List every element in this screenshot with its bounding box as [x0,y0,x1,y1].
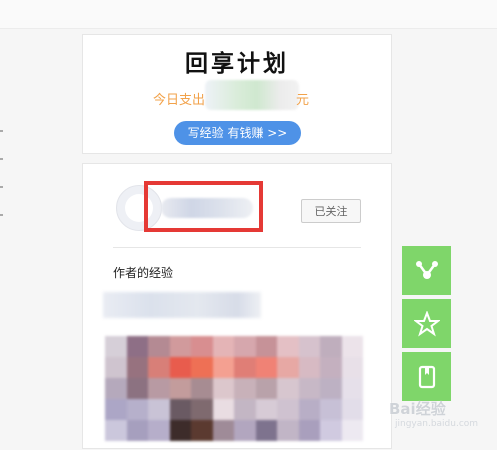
watermark-url: jingyan.baidu.com [395,419,479,429]
photo-pixel [148,420,170,441]
photo-pixel [148,357,170,378]
photo-pixel [255,378,277,399]
left-edge-marks [0,130,6,242]
photo-pixel [191,336,213,357]
photo-pixel [126,378,148,399]
photo-pixel [298,357,320,378]
photo-pixel [191,357,213,378]
photo-pixel [212,336,234,357]
photo-pixel [234,399,256,420]
photo-pixel [212,378,234,399]
photo-pixel [105,420,127,441]
photo-pixel [191,378,213,399]
photo-pixel [234,336,256,357]
photo-pixel [212,420,234,441]
daily-spend-suffix: 元 [296,93,310,108]
photo-pixel [126,399,148,420]
photo-pixel [148,378,170,399]
bookmark-icon [418,365,435,388]
author-card: 已关注 作者的经验 [82,163,392,327]
edge-mark [0,214,3,216]
share-button[interactable] [402,246,451,295]
follow-button[interactable]: 已关注 [301,199,361,223]
photo-pixel [234,378,256,399]
photo-pixel [341,357,363,378]
photo-pixel [212,357,234,378]
photo-pixel [277,378,299,399]
photo-pixel [126,357,148,378]
photo-pixel [255,336,277,357]
photo-pixel [105,336,127,357]
photo-pixel [277,357,299,378]
photo-pixel [341,336,363,357]
bookmark-button[interactable] [402,352,451,401]
photo-pixel [277,336,299,357]
photo-pixel [255,399,277,420]
edge-mark [0,186,3,188]
photo-pixel [277,420,299,441]
photo-pixel [255,357,277,378]
photo-pixel [148,399,170,420]
photo-pixel [298,336,320,357]
write-experience-button[interactable]: 写经验 有钱赚 >> [174,121,301,145]
edge-mark [0,158,3,160]
photo-pixel [298,420,320,441]
divider [113,247,361,248]
photo-pixel [298,378,320,399]
baidu-jingyan-watermark: Bai经验 [389,400,446,418]
photo-pixel [341,399,363,420]
author-experience-heading: 作者的经验 [113,266,174,280]
photo-pixel [169,378,191,399]
photo-pixel [105,357,127,378]
photo-card [82,326,392,449]
photo-pixel [277,399,299,420]
photo-pixel [126,420,148,441]
photo-pixel [105,399,127,420]
reward-plan-logo: 回享计划 [185,50,289,77]
photo-pixel [341,420,363,441]
photo-pixel [320,336,342,357]
daily-spend-prefix: 今日支出 [153,93,206,108]
pixelated-photo[interactable] [105,336,363,450]
photo-pixel [320,378,342,399]
experience-link-blurred[interactable] [103,292,261,318]
photo-pixel [234,357,256,378]
share-icon [415,260,438,279]
photo-pixel [105,378,127,399]
photo-pixel [255,420,277,441]
photo-pixel [191,420,213,441]
photo-pixel [320,357,342,378]
photo-pixel [191,399,213,420]
favorite-button[interactable] [402,299,451,348]
photo-pixel [169,336,191,357]
photo-pixel [341,378,363,399]
edge-mark [0,130,3,132]
red-highlight-box [144,181,263,232]
photo-pixel [148,336,170,357]
photo-pixel [298,399,320,420]
daily-spend-amount-blurred [205,80,299,110]
photo-pixel [169,399,191,420]
reward-plan-card: 回享计划 今日支出 元 写经验 有钱赚 >> [82,34,392,154]
photo-pixel [320,399,342,420]
star-icon [413,310,440,337]
photo-pixel [320,420,342,441]
photo-pixel [126,336,148,357]
photo-pixel [234,420,256,441]
photo-pixel [169,420,191,441]
top-bar [0,0,497,29]
photo-pixel [169,357,191,378]
photo-pixel [212,399,234,420]
daily-spend: 今日支出 元 [83,80,391,110]
